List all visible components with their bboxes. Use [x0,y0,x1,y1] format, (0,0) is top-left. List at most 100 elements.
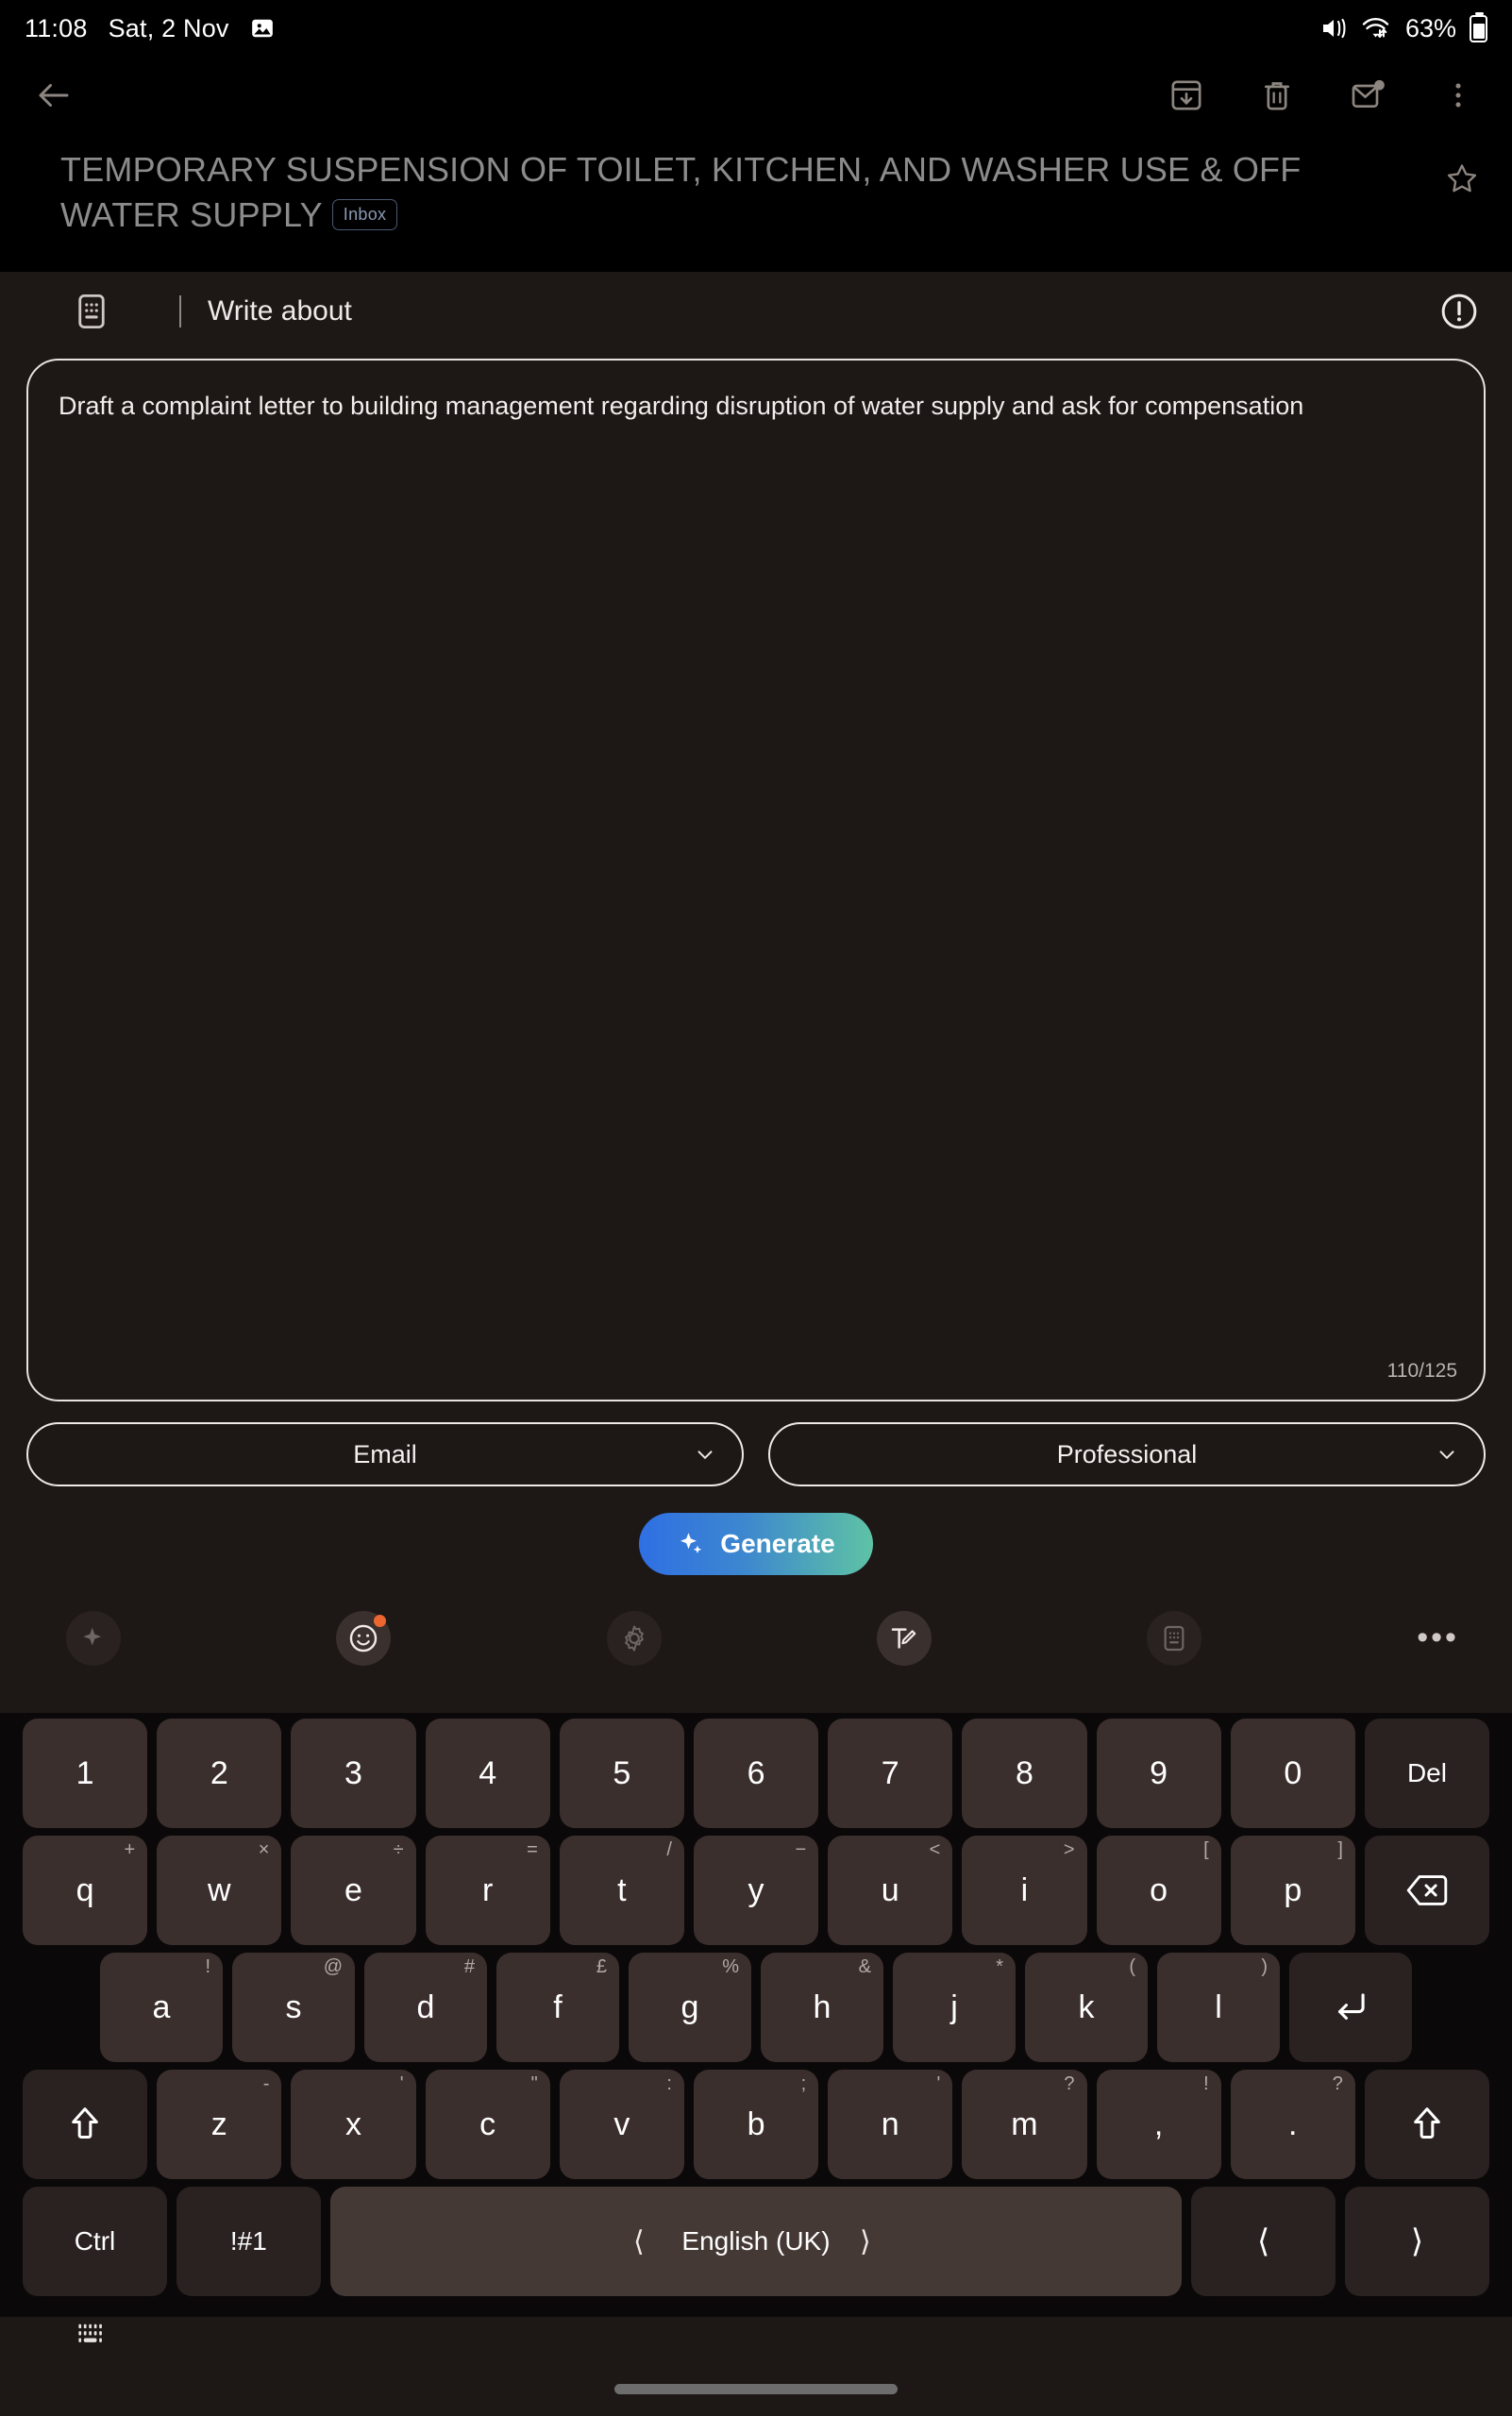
key-space[interactable]: ⟨ English (UK) ⟩ [329,2187,1183,2296]
key-9[interactable]: 9 [1096,1719,1221,1828]
status-time: 11:08 [25,13,88,42]
key-b[interactable]: b; [693,2070,819,2179]
key-g[interactable]: g% [629,1953,751,2062]
key-o[interactable]: o[ [1096,1836,1221,1945]
keyboard-icon[interactable] [72,292,111,331]
home-indicator[interactable] [614,2384,898,2394]
key-2[interactable]: 2 [157,1719,282,1828]
key-label: 5 [613,1754,631,1791]
key-c[interactable]: c " [425,2070,550,2179]
key-j[interactable]: j * [893,1953,1016,2062]
key-secondary-label: ; [800,2073,807,2094]
key-secondary-label: % [722,1956,739,1977]
keyboard-layout-icon[interactable] [1147,1611,1201,1666]
back-arrow-icon[interactable] [32,74,76,117]
key-m[interactable]: m? [962,2070,1087,2179]
format-select[interactable]: Email [26,1422,744,1486]
key-s[interactable]: s @ [232,1953,355,2062]
email-subject-text: TEMPORARY SUSPENSION OF TOILET, KITCHEN,… [60,150,1302,235]
key-w[interactable]: w × [157,1836,282,1945]
trash-icon[interactable] [1255,74,1299,117]
hide-keyboard-icon[interactable] [76,2322,108,2350]
shift-icon[interactable] [1364,2070,1490,2179]
key-7[interactable]: 7 [828,1719,953,1828]
key-n[interactable]: n ' [828,2070,953,2179]
key-label: w [208,1871,231,1908]
key-label: 6 [747,1754,765,1791]
keyboard-row-zxcv: z - x ' c " v: b; n ' m?,!.? [6,2070,1506,2179]
key-f[interactable]: f £ [496,1953,619,2062]
prompt-text: Draft a complaint letter to building man… [59,392,1304,420]
ai-sparkle-icon[interactable] [66,1611,121,1666]
key-e[interactable]: e ÷ [291,1836,416,1945]
key-u[interactable]: u < [828,1836,953,1945]
enter-icon[interactable] [1289,1953,1412,2062]
key-z[interactable]: z- [157,2070,282,2179]
on-screen-keyboard: 1 2 3 4 5 6 7 8 9 0 Del q + w × e ÷ r = t / y − u < i > o[p] a! s @ d… [0,1713,1512,2317]
key-arrow-left[interactable]: ⟨ [1191,2187,1336,2296]
keyboard-toolbar-more[interactable]: ••• [1417,1622,1459,1653]
key-k[interactable]: k( [1025,1953,1148,2062]
key-i[interactable]: i > [962,1836,1087,1945]
sparkle-icon [677,1530,705,1558]
mark-unread-icon[interactable] [1346,74,1389,117]
key-secondary-label: - [262,2073,270,2094]
key-secondary-label: ? [1332,2073,1343,2094]
backspace-icon[interactable] [1364,1836,1490,1945]
key-q[interactable]: q + [23,1836,148,1945]
key-.[interactable]: .? [1230,2070,1355,2179]
key-,[interactable]: ,! [1096,2070,1221,2179]
key-p[interactable]: p] [1230,1836,1355,1945]
key-label: k [1078,1988,1095,2025]
key-1[interactable]: 1 [23,1719,148,1828]
key-h[interactable]: h & [761,1953,883,2062]
key-6[interactable]: 6 [693,1719,819,1828]
key-4[interactable]: 4 [425,1719,550,1828]
key-t[interactable]: t / [559,1836,684,1945]
emoji-icon[interactable] [336,1611,392,1666]
character-counter: 110/125 [1386,1360,1457,1382]
key-0[interactable]: 0 [1230,1719,1355,1828]
star-outline-icon[interactable] [1444,147,1480,196]
key-a[interactable]: a! [100,1953,223,2062]
overflow-menu-icon[interactable] [1436,74,1480,117]
key-secondary-label: ! [1203,2073,1209,2094]
volume-mute-icon [1320,16,1349,41]
key-label: h [813,1988,832,2025]
info-circle-icon[interactable] [1438,291,1480,332]
key-symbols[interactable]: !#1 [176,2187,321,2296]
key-l[interactable]: l) [1157,1953,1280,2062]
tone-select[interactable]: Professional [768,1422,1486,1486]
key-3[interactable]: 3 [291,1719,416,1828]
archive-icon[interactable] [1165,74,1208,117]
key-x[interactable]: x ' [291,2070,416,2179]
keyboard-language: English (UK) [681,2226,831,2256]
prompt-input[interactable]: Draft a complaint letter to building man… [26,359,1486,1401]
key-8[interactable]: 8 [962,1719,1087,1828]
keyboard-row-space: Ctrl !#1 ⟨ English (UK) ⟩ ⟨ ⟩ [6,2187,1506,2296]
text-edit-icon[interactable] [876,1611,932,1666]
key-v[interactable]: v: [559,2070,684,2179]
chevron-right-icon[interactable]: ⟩ [860,2225,871,2258]
key-y[interactable]: y − [693,1836,819,1945]
key-arrow-right[interactable]: ⟩ [1345,2187,1489,2296]
chevron-left-icon[interactable]: ⟨ [633,2225,645,2258]
key-5[interactable]: 5 [559,1719,684,1828]
key-label: 3 [344,1754,362,1791]
key-secondary-label: ] [1337,1839,1343,1860]
key-secondary-label: ! [205,1956,210,1977]
shift-icon[interactable] [23,2070,148,2179]
key-secondary-label: − [795,1839,807,1860]
key-d[interactable]: d # [364,1953,487,2062]
generate-button[interactable]: Generate [639,1513,873,1575]
key-label: Del [1406,1758,1447,1787]
key-label: 9 [1150,1754,1168,1791]
key-secondary-label: # [463,1956,475,1977]
key-secondary-label: £ [596,1956,607,1977]
key-label: q [76,1871,94,1908]
settings-gear-icon[interactable] [606,1611,662,1666]
key-Del[interactable]: Del [1364,1719,1490,1828]
keyboard-toolbar: ••• [0,1611,1512,1666]
key-ctrl[interactable]: Ctrl [23,2187,167,2296]
key-r[interactable]: r = [425,1836,550,1945]
